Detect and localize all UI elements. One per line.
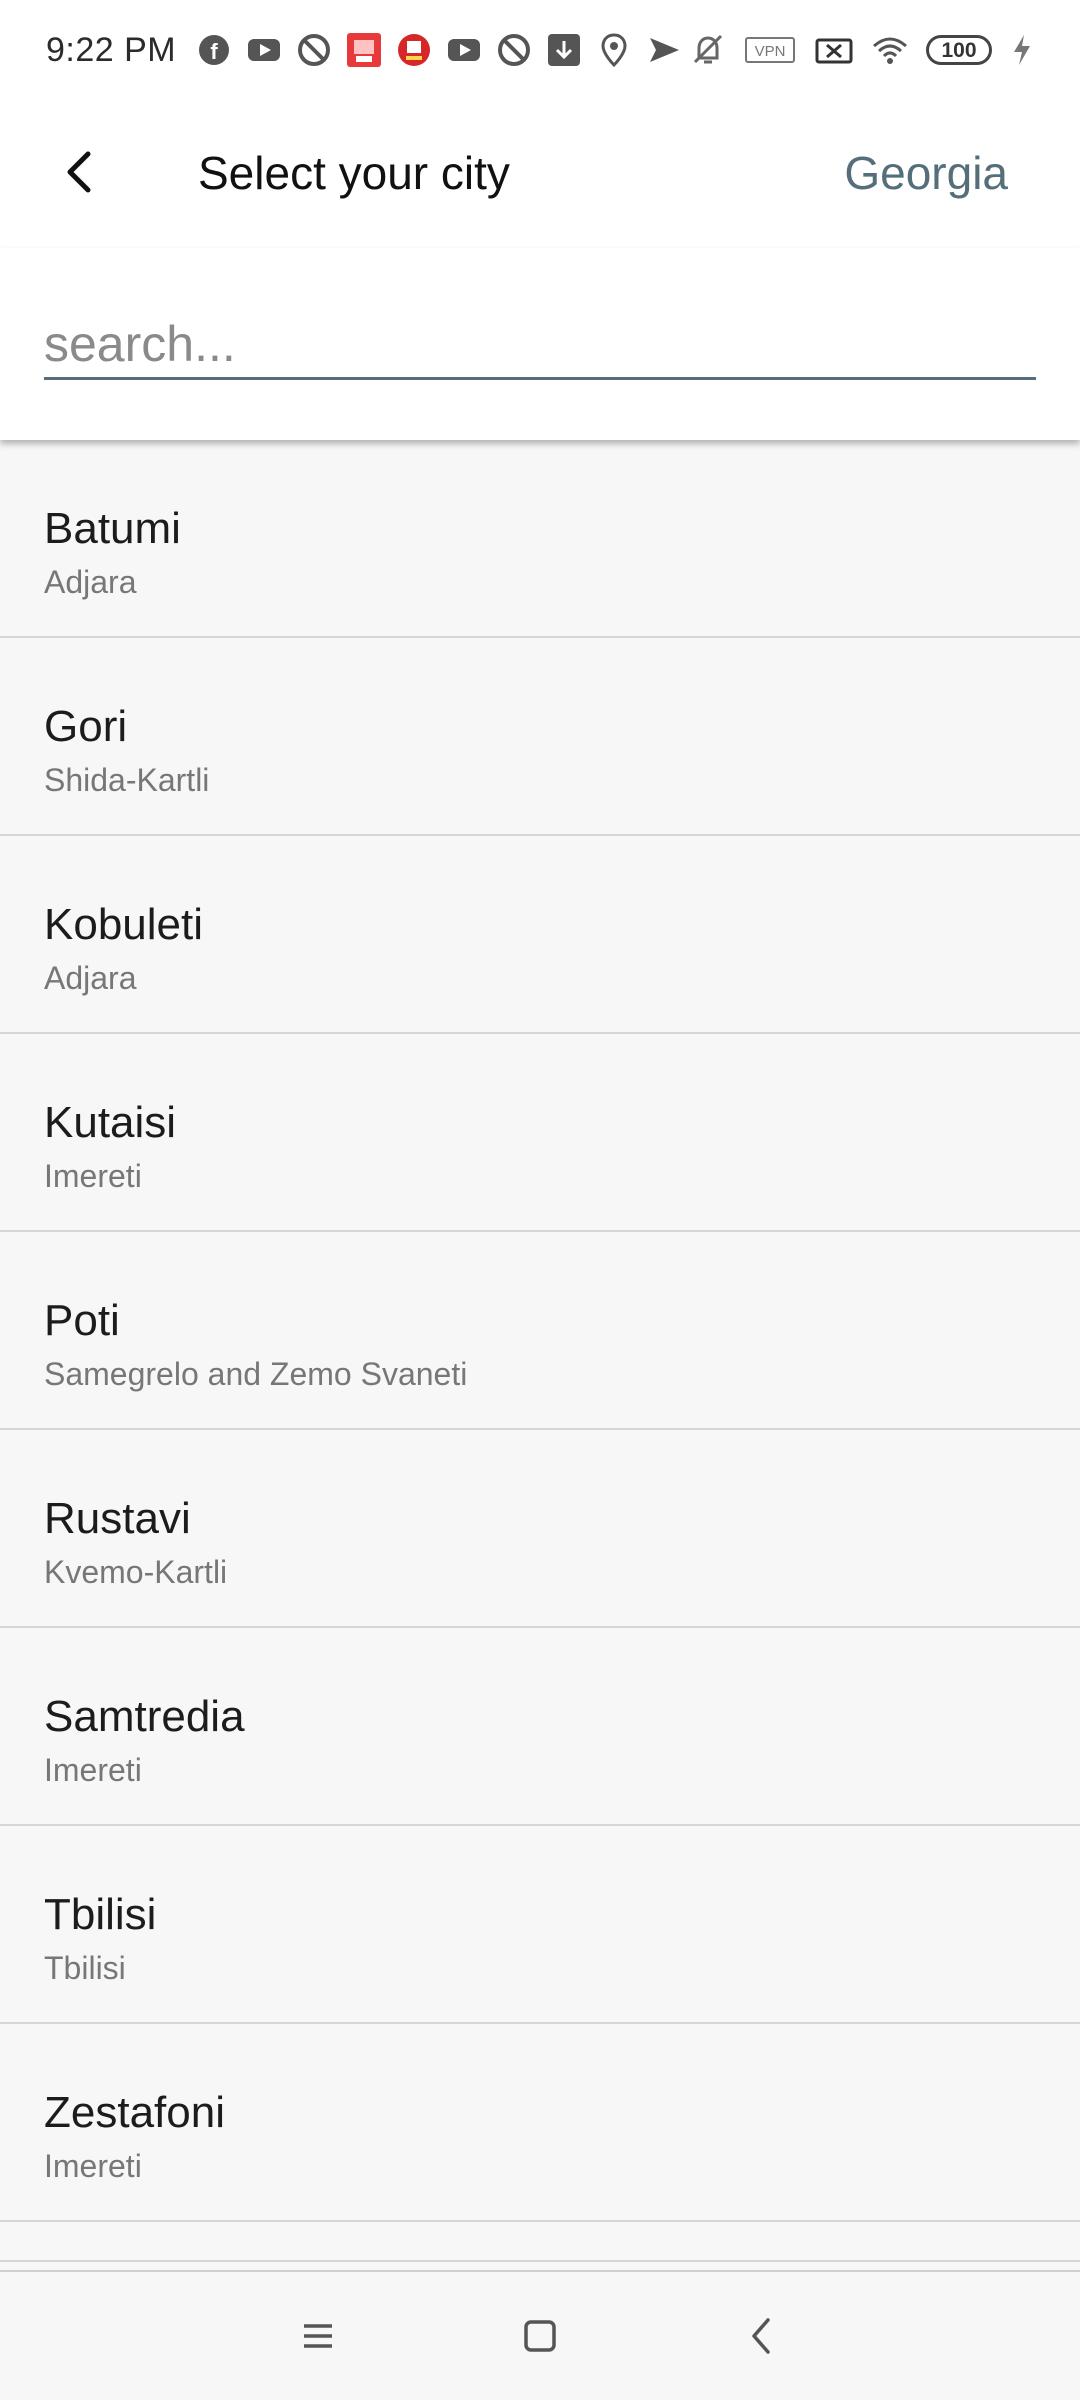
city-name: Kobuleti — [44, 900, 204, 949]
city-region: Adjara — [44, 564, 137, 600]
system-nav-bar — [0, 2270, 1080, 2400]
facebook-icon: f — [196, 32, 232, 68]
arrow-back-icon — [67, 151, 91, 193]
list-item[interactable]: Samtredia Imereti — [0, 1628, 1080, 1826]
mute-icon — [690, 32, 726, 68]
app-bar: Select your city Georgia — [0, 100, 1080, 248]
city-region: Tbilisi — [44, 1950, 126, 1986]
notification-icons: f — [196, 32, 682, 68]
nav-back-button[interactable] — [726, 2300, 798, 2372]
city-name: Poti — [44, 1296, 120, 1345]
download-icon — [546, 32, 582, 68]
home-icon — [524, 2320, 556, 2352]
nav-menu-button[interactable] — [282, 2300, 354, 2372]
city-name: Samtredia — [44, 1692, 245, 1741]
location-icon — [596, 32, 632, 68]
youtube-icon — [446, 32, 482, 68]
vpn-icon: VPN — [744, 32, 796, 68]
back-button[interactable] — [44, 136, 116, 208]
country-selector-button[interactable]: Georgia — [844, 146, 1008, 200]
city-region: Adjara — [44, 960, 137, 996]
battery-level: 100 — [926, 35, 992, 65]
search-bar — [0, 248, 1080, 440]
city-name: Tbilisi — [44, 1890, 157, 1939]
search-input[interactable] — [44, 310, 1036, 380]
city-region: Imereti — [44, 2148, 142, 2184]
nav-home-button[interactable] — [504, 2300, 576, 2372]
city-list: Batumi Adjara Gori Shida-Kartli Kobuleti… — [0, 440, 1080, 2270]
status-time: 9:22 PM — [46, 30, 177, 69]
list-item[interactable]: Kutaisi Imereti — [0, 1034, 1080, 1232]
city-name: Zestafoni — [44, 2088, 225, 2137]
city-name: Batumi — [44, 504, 181, 553]
list-item[interactable]: Batumi Adjara — [0, 440, 1080, 638]
list-item[interactable]: Zestafoni Imereti — [0, 2024, 1080, 2222]
blocked-icon — [496, 32, 532, 68]
city-region: Imereti — [44, 1158, 142, 1194]
list-item[interactable]: Gori Shida-Kartli — [0, 638, 1080, 836]
city-region: Samegrelo and Zemo Svaneti — [44, 1356, 468, 1392]
city-name: Kutaisi — [44, 1098, 177, 1147]
battery-icon: 100 — [926, 35, 992, 65]
city-name: Rustavi — [44, 1494, 191, 1543]
svg-text:f: f — [210, 39, 218, 64]
sim-icon — [814, 32, 854, 68]
system-icons: VPN 100 — [690, 32, 1034, 68]
svg-text:VPN: VPN — [755, 43, 786, 60]
city-region: Kvemo-Kartli — [44, 1554, 228, 1590]
send-icon — [646, 32, 682, 68]
page-title: Select your city — [198, 147, 510, 199]
app-red-icon — [396, 32, 432, 68]
menu-icon — [304, 2324, 332, 2348]
back-icon — [752, 2318, 770, 2354]
blocked-icon — [296, 32, 332, 68]
list-item[interactable]: Rustavi Kvemo-Kartli — [0, 1430, 1080, 1628]
app-promo-icon — [346, 32, 382, 68]
charging-icon — [1010, 32, 1034, 68]
list-item[interactable]: Kobuleti Adjara — [0, 836, 1080, 1034]
list-item[interactable]: Tbilisi Tbilisi — [0, 1826, 1080, 2024]
city-region: Imereti — [44, 1752, 142, 1788]
wifi-icon — [872, 32, 908, 68]
youtube-icon — [246, 32, 282, 68]
city-name: Gori — [44, 702, 128, 751]
status-bar: 9:22 PM f VPN 100 — [0, 0, 1080, 100]
list-item[interactable]: Poti Samegrelo and Zemo Svaneti — [0, 1232, 1080, 1430]
city-region: Shida-Kartli — [44, 762, 210, 798]
list-item-partial[interactable] — [0, 2222, 1080, 2262]
